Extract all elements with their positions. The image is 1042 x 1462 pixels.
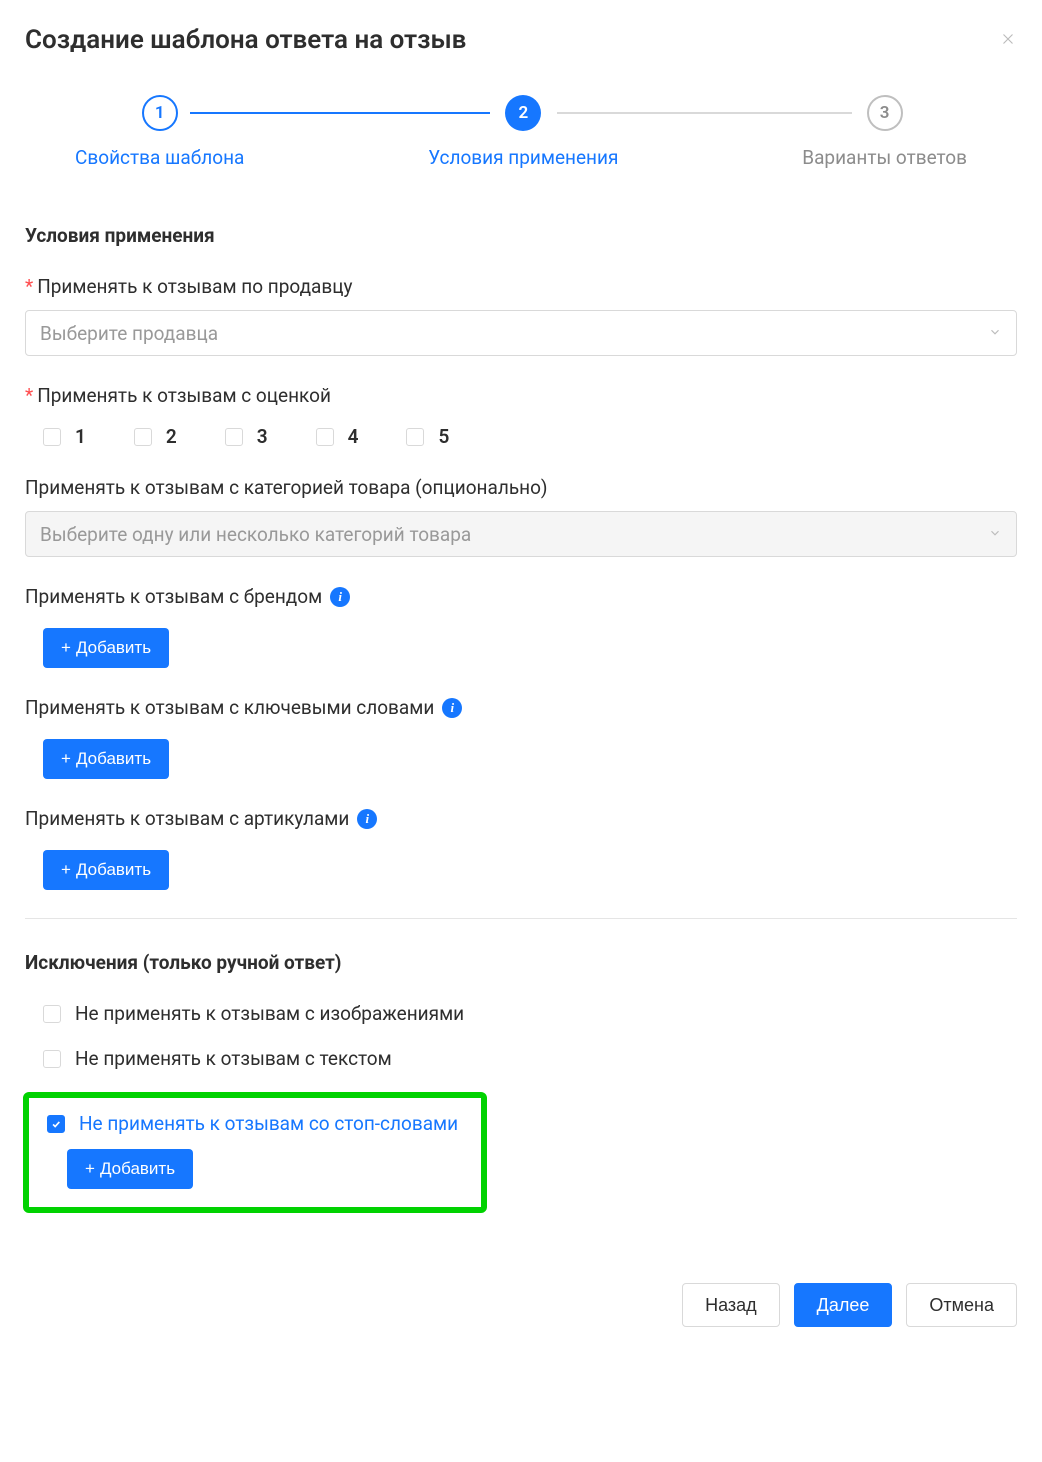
section-conditions-title: Условия применения xyxy=(25,224,1017,247)
checkbox xyxy=(406,428,424,446)
plus-icon: + xyxy=(61,638,71,658)
button-label: Добавить xyxy=(76,638,151,658)
rating-options: 1 2 3 4 5 xyxy=(25,425,1017,448)
exclusion-images-checkbox[interactable]: Не применять к отзывам с изображениями xyxy=(25,1002,1017,1025)
rating-checkbox-2[interactable]: 2 xyxy=(134,425,177,448)
add-keywords-button[interactable]: +Добавить xyxy=(43,739,169,779)
highlighted-stopwords-area: Не применять к отзывам со стоп-словами +… xyxy=(23,1092,487,1213)
exclusion-stopwords-checkbox[interactable]: Не применять к отзывам со стоп-словами xyxy=(29,1112,481,1135)
rating-value: 1 xyxy=(75,425,86,448)
label-text: Применять к отзывам с брендом xyxy=(25,585,322,608)
rating-value: 2 xyxy=(166,425,177,448)
seller-field-label: *Применять к отзывам по продавцу xyxy=(25,275,1017,298)
footer-actions: Назад Далее Отмена xyxy=(25,1283,1017,1327)
rating-checkbox-3[interactable]: 3 xyxy=(225,425,268,448)
step-label: Условия применения xyxy=(428,146,618,169)
rating-value: 3 xyxy=(257,425,268,448)
button-label: Добавить xyxy=(76,749,151,769)
info-icon[interactable]: i xyxy=(442,698,462,718)
info-icon[interactable]: i xyxy=(357,809,377,829)
chevron-down-icon xyxy=(988,324,1002,343)
checkbox-label: Не применять к отзывам с текстом xyxy=(75,1047,392,1070)
checkbox xyxy=(225,428,243,446)
brand-field-label: Применять к отзывам с брендом i xyxy=(25,585,1017,608)
plus-icon: + xyxy=(85,1159,95,1179)
plus-icon: + xyxy=(61,860,71,880)
checkbox-label: Не применять к отзывам со стоп-словами xyxy=(79,1112,458,1135)
next-button[interactable]: Далее xyxy=(794,1283,893,1327)
rating-checkbox-1[interactable]: 1 xyxy=(43,425,86,448)
select-placeholder: Выберите продавца xyxy=(40,322,218,345)
label-text: Применять к отзывам с артикулами xyxy=(25,807,349,830)
required-asterisk: * xyxy=(25,275,33,298)
button-label: Добавить xyxy=(100,1159,175,1179)
category-select[interactable]: Выберите одну или несколько категорий то… xyxy=(25,511,1017,557)
step-2[interactable]: 2 Условия применения xyxy=(428,95,618,169)
checkbox xyxy=(47,1115,65,1133)
rating-value: 4 xyxy=(348,425,359,448)
checkbox-label: Не применять к отзывам с изображениями xyxy=(75,1002,464,1025)
add-articles-button[interactable]: +Добавить xyxy=(43,850,169,890)
close-icon[interactable] xyxy=(999,30,1017,51)
articles-field-label: Применять к отзывам с артикулами i xyxy=(25,807,1017,830)
button-label: Добавить xyxy=(76,860,151,880)
plus-icon: + xyxy=(61,749,71,769)
back-button[interactable]: Назад xyxy=(682,1283,780,1327)
rating-value: 5 xyxy=(438,425,449,448)
rating-checkbox-4[interactable]: 4 xyxy=(316,425,359,448)
rating-field-label: *Применять к отзывам с оценкой xyxy=(25,384,1017,407)
chevron-down-icon xyxy=(988,525,1002,544)
step-circle: 1 xyxy=(142,95,178,131)
cancel-button[interactable]: Отмена xyxy=(906,1283,1017,1327)
step-label: Свойства шаблона xyxy=(75,146,244,169)
category-field-label: Применять к отзывам с категорией товара … xyxy=(25,476,1017,499)
label-text: Применять к отзывам с ключевыми словами xyxy=(25,696,434,719)
checkbox xyxy=(43,428,61,446)
select-placeholder: Выберите одну или несколько категорий то… xyxy=(40,523,471,546)
step-label: Варианты ответов xyxy=(802,146,967,169)
required-asterisk: * xyxy=(25,384,33,407)
add-stopwords-button[interactable]: +Добавить xyxy=(67,1149,193,1189)
checkbox xyxy=(316,428,334,446)
add-brand-button[interactable]: +Добавить xyxy=(43,628,169,668)
checkbox xyxy=(134,428,152,446)
modal-title: Создание шаблона ответа на отзыв xyxy=(25,25,466,55)
section-exclusions-title: Исключения (только ручной ответ) xyxy=(25,951,1017,974)
divider xyxy=(25,918,1017,919)
label-text: Применять к отзывам по продавцу xyxy=(37,275,352,298)
checkbox xyxy=(43,1005,61,1023)
stepper: 1 Свойства шаблона 2 Условия применения … xyxy=(75,95,967,169)
step-3[interactable]: 3 Варианты ответов xyxy=(802,95,967,169)
info-icon[interactable]: i xyxy=(330,587,350,607)
rating-checkbox-5[interactable]: 5 xyxy=(406,425,449,448)
step-1[interactable]: 1 Свойства шаблона xyxy=(75,95,244,169)
checkbox xyxy=(43,1050,61,1068)
seller-select[interactable]: Выберите продавца xyxy=(25,310,1017,356)
step-circle: 2 xyxy=(505,95,541,131)
exclusion-text-checkbox[interactable]: Не применять к отзывам с текстом xyxy=(25,1047,1017,1070)
step-circle: 3 xyxy=(867,95,903,131)
label-text: Применять к отзывам с оценкой xyxy=(37,384,331,407)
keywords-field-label: Применять к отзывам с ключевыми словами … xyxy=(25,696,1017,719)
